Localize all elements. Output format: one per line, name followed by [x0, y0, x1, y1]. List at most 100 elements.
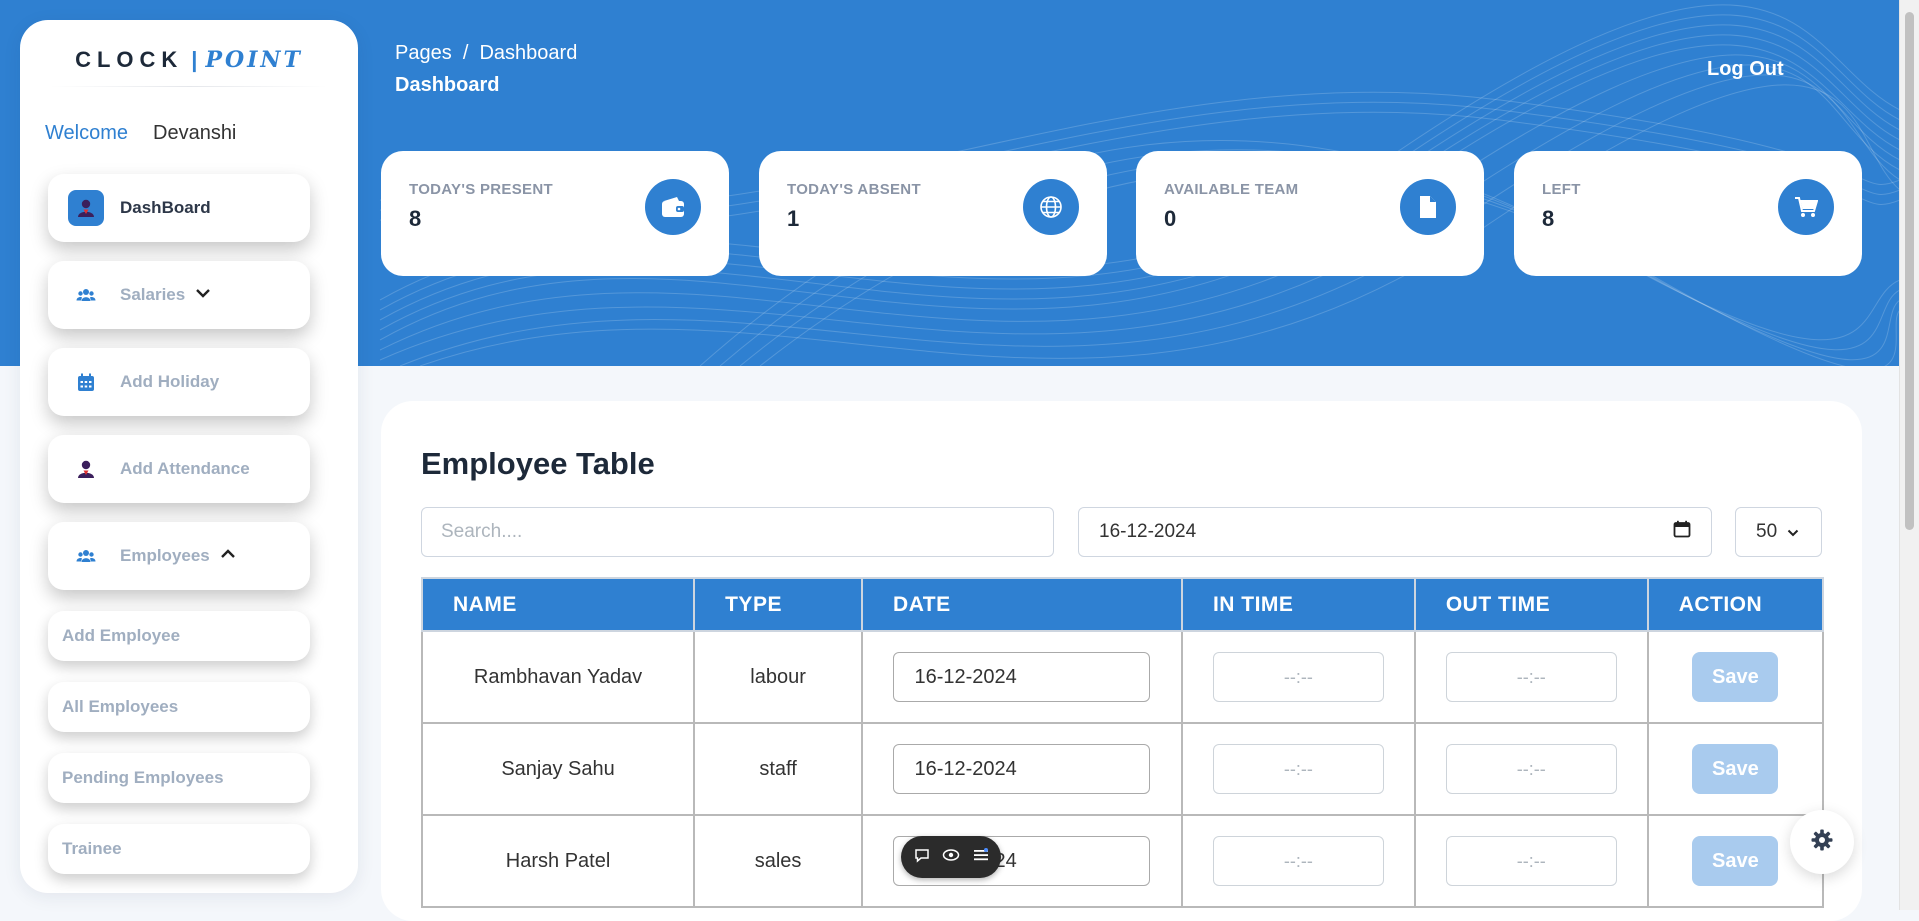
- stat-card-absent: TODAY'S ABSENT 1: [759, 151, 1107, 276]
- chevron-down-icon: [195, 286, 211, 304]
- brand-word-1: CLOCK: [75, 47, 184, 72]
- stat-label: TODAY'S ABSENT: [787, 181, 921, 198]
- sidebar-subitem-all-employees[interactable]: All Employees: [48, 682, 310, 732]
- date-cell: 16-12-2024: [861, 630, 1183, 724]
- date-cell: 16-12-2024: [861, 722, 1183, 816]
- users-icon: [68, 277, 104, 313]
- sidebar-item-label: Employees: [120, 546, 210, 565]
- in-time-cell: --:--: [1180, 630, 1416, 724]
- employee-name: Harsh Patel: [420, 814, 696, 908]
- page-title: Dashboard: [395, 74, 500, 96]
- save-button[interactable]: Save: [1692, 652, 1779, 702]
- floating-toolbar[interactable]: [901, 836, 1001, 878]
- settings-button[interactable]: [1790, 810, 1854, 874]
- in-time-input[interactable]: --:--: [1212, 652, 1384, 702]
- employee-name: Sanjay Sahu: [420, 722, 696, 816]
- sidebar-subitem-label: Pending Employees: [62, 768, 224, 787]
- logo-divider: [50, 86, 328, 87]
- per-page-value: 50: [1756, 521, 1778, 542]
- in-time-cell: --:--: [1180, 814, 1416, 908]
- scrollbar-thumb[interactable]: [1905, 12, 1914, 530]
- date-filter-input[interactable]: 16-12-2024: [1078, 507, 1712, 557]
- user-name: Devanshi: [153, 122, 237, 144]
- brand-word-2: POINT: [205, 47, 303, 73]
- gear-icon: [1811, 829, 1833, 856]
- save-button[interactable]: Save: [1692, 836, 1779, 886]
- logout-button[interactable]: Log Out: [1707, 58, 1784, 81]
- stat-label: TODAY'S PRESENT: [409, 181, 553, 198]
- in-time-cell: --:--: [1180, 722, 1416, 816]
- user-icon: [68, 190, 104, 226]
- date-input[interactable]: 16-12-2024: [893, 744, 1151, 794]
- sidebar-item-salaries[interactable]: Salaries: [48, 261, 310, 329]
- globe-icon: [1023, 179, 1079, 235]
- brand-separator: |: [191, 47, 198, 72]
- sidebar-subitem-pending-employees[interactable]: Pending Employees: [48, 753, 310, 803]
- sidebar-subitem-add-employee[interactable]: Add Employee: [48, 611, 310, 661]
- column-header-type: TYPE: [693, 577, 864, 632]
- stat-label: AVAILABLE TEAM: [1164, 181, 1299, 198]
- employee-type: sales: [693, 814, 864, 908]
- sidebar-subitem-label: All Employees: [62, 697, 179, 716]
- column-header-in-time: IN TIME: [1180, 577, 1416, 632]
- table-row: Sanjay Sahu staff 16-12-2024 --:-- --:--…: [420, 722, 1825, 816]
- welcome-label: Welcome: [45, 122, 128, 144]
- out-time-input[interactable]: --:--: [1445, 836, 1617, 886]
- comment-icon[interactable]: [914, 847, 930, 868]
- out-time-input[interactable]: --:--: [1445, 652, 1617, 702]
- sidebar-item-add-holiday[interactable]: Add Holiday: [48, 348, 310, 416]
- document-icon: [1400, 179, 1456, 235]
- sidebar-item-dashboard[interactable]: DashBoard: [48, 174, 310, 242]
- column-header-name: NAME: [420, 577, 696, 632]
- stat-card-available-team: AVAILABLE TEAM 0: [1136, 151, 1484, 276]
- table-title: Employee Table: [421, 446, 655, 481]
- sidebar-item-add-attendance[interactable]: Add Attendance: [48, 435, 310, 503]
- employee-type: staff: [693, 722, 864, 816]
- out-time-cell: --:--: [1413, 630, 1649, 724]
- list-icon[interactable]: [973, 847, 989, 867]
- per-page-select[interactable]: 50: [1735, 507, 1822, 557]
- column-header-out-time: OUT TIME: [1413, 577, 1649, 632]
- search-input[interactable]: [421, 507, 1054, 557]
- calendar-icon[interactable]: [1673, 520, 1691, 544]
- breadcrumb[interactable]: Pages / Dashboard: [395, 42, 577, 65]
- eye-icon[interactable]: [942, 848, 960, 867]
- chevron-down-icon: [1787, 521, 1799, 543]
- sidebar-subitem-trainee[interactable]: Trainee: [48, 824, 310, 874]
- wallet-icon: [645, 179, 701, 235]
- table-row: Harsh Patel sales 16-12-2024 --:-- --:--…: [420, 814, 1825, 908]
- brand-logo[interactable]: CLOCK | POINT: [20, 38, 358, 82]
- sidebar-item-label: Add Holiday: [120, 372, 220, 391]
- stat-value: 8: [1542, 206, 1555, 231]
- users-icon: [68, 538, 104, 574]
- employee-name: Rambhavan Yadav: [420, 630, 696, 724]
- in-time-input[interactable]: --:--: [1212, 836, 1384, 886]
- stat-value: 0: [1164, 206, 1177, 231]
- user-icon: [68, 451, 104, 487]
- employee-table-panel: Employee Table 16-12-2024 50 NAME TYPE D…: [381, 401, 1862, 921]
- save-button[interactable]: Save: [1692, 744, 1779, 794]
- sidebar-item-employees[interactable]: Employees: [48, 522, 310, 590]
- out-time-cell: --:--: [1413, 814, 1649, 908]
- employee-table: NAME TYPE DATE IN TIME OUT TIME ACTION R…: [420, 577, 1825, 908]
- out-time-input[interactable]: --:--: [1445, 744, 1617, 794]
- stat-card-left: LEFT 8: [1514, 151, 1862, 276]
- calendar-icon: [68, 364, 104, 400]
- column-header-date: DATE: [861, 577, 1183, 632]
- stat-value: 1: [787, 206, 800, 231]
- sidebar-item-label: Salaries: [120, 285, 186, 304]
- table-header-row: NAME TYPE DATE IN TIME OUT TIME ACTION: [420, 577, 1825, 632]
- sidebar: CLOCK | POINT Welcome Devanshi DashBoard S…: [20, 20, 358, 893]
- stat-label: LEFT: [1542, 181, 1581, 198]
- out-time-cell: --:--: [1413, 722, 1649, 816]
- cart-icon: [1778, 179, 1834, 235]
- column-header-action: ACTION: [1646, 577, 1825, 632]
- action-cell: Save: [1646, 722, 1825, 816]
- sidebar-subitem-label: Add Employee: [62, 626, 181, 645]
- vertical-scrollbar[interactable]: [1899, 0, 1919, 910]
- date-input[interactable]: 16-12-2024: [893, 652, 1151, 702]
- sidebar-subitem-label: Trainee: [62, 839, 122, 858]
- stat-value: 8: [409, 206, 422, 231]
- action-cell: Save: [1646, 630, 1825, 724]
- in-time-input[interactable]: --:--: [1212, 744, 1384, 794]
